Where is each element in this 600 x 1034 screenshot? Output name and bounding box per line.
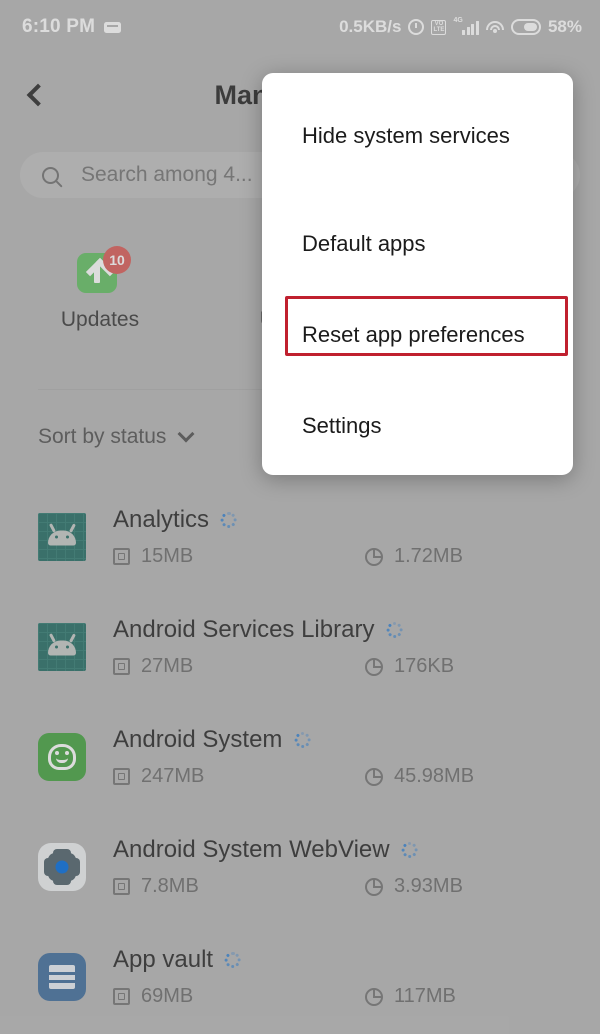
overflow-menu: Hide system services Default apps Reset … [262,73,573,475]
app-meta: 15MB 1.72MB [113,545,600,568]
status-clock: 6:10 PM [22,16,96,37]
battery-percent-label: 58% [547,17,582,36]
app-name-line: Android System WebView [113,836,600,864]
app-name-line: Android Services Library [113,616,600,644]
storage-cell: 3.93MB [365,875,600,898]
loading-spinner-icon [225,952,242,968]
app-name: Android Services Library [113,616,375,643]
back-button[interactable] [0,60,70,130]
android-tile-icon [38,623,86,671]
chevron-down-icon [177,425,195,443]
volte-icon: VO LTE [431,19,447,35]
app-name-line: App vault [113,946,600,974]
pie-chart-icon [365,547,383,566]
updates-icon-wrap: 10 [77,246,131,296]
app-name: Android System WebView [113,836,390,863]
app-name: App vault [113,946,214,973]
app-meta: 7.8MB 3.93MB [113,875,600,898]
updates-badge: 10 [103,246,131,274]
status-bar-left: 6:10 PM [22,16,122,38]
green-robot-icon [38,733,86,781]
memory-chip-icon [113,658,130,675]
app-name-line: Analytics [113,506,600,534]
storage-cell: 1.72MB [365,545,600,568]
app-name-line: Android System [113,726,600,754]
cellular-signal-icon: 4G [453,16,479,35]
ram-cell: 69MB [113,985,365,1008]
network-speed-label: 0.5KB/s [339,17,402,36]
ram-cell: 15MB [113,545,365,568]
android-tile-icon [38,513,86,561]
loading-spinner-icon [294,732,311,748]
app-info: Android System 247MB 45.98MB [113,726,600,788]
app-meta: 27MB 176KB [113,655,600,678]
app-name: Analytics [113,506,210,533]
storage-value: 1.72MB [394,545,463,567]
app-info: Analytics 15MB 1.72MB [113,506,600,568]
volte-bottom-label: LTE [433,27,445,33]
pie-chart-icon [365,657,383,676]
search-placeholder: Search among 4... [81,163,253,186]
storage-value: 176KB [394,655,455,677]
status-bar: 6:10 PM 0.5KB/s VO LTE 4G 58% [0,0,600,54]
ram-cell: 27MB [113,655,365,678]
ram-cell: 7.8MB [113,875,365,898]
message-icon [104,21,122,33]
app-info: App vault 69MB 117MB [113,946,600,1008]
menu-item-default-apps[interactable]: Default apps [262,198,573,289]
back-chevron-icon [26,83,49,107]
storage-value: 3.93MB [394,875,463,897]
list-item[interactable]: Android System 247MB 45.98MB [0,702,600,812]
app-info: Android Services Library 27MB 176KB [113,616,600,678]
list-item[interactable]: Android Services Library 27MB 176KB [0,592,600,702]
app-info: Android System WebView 7.8MB 3.93MB [113,836,600,898]
app-vault-icon [38,953,86,1001]
loading-spinner-icon [386,622,403,638]
battery-icon [510,19,541,35]
ram-value: 7.8MB [141,875,199,897]
memory-chip-icon [113,768,130,785]
list-item[interactable]: Analytics 15MB 1.72MB [0,482,600,592]
loading-spinner-icon [221,512,238,528]
alarm-icon [408,19,425,35]
memory-chip-icon [113,878,130,895]
annotation-highlight-box [285,296,568,356]
menu-item-hide-system-services[interactable]: Hide system services [262,73,573,198]
storage-cell: 176KB [365,655,600,678]
network-generation-label: 4G [453,16,463,24]
ram-value: 27MB [141,655,194,677]
app-list: Analytics 15MB 1.72MB Android Services L… [0,482,600,1032]
ram-value: 69MB [141,985,194,1007]
app-meta: 247MB 45.98MB [113,765,600,788]
menu-item-settings[interactable]: Settings [262,380,573,471]
ram-value: 247MB [141,765,205,787]
ram-cell: 247MB [113,765,365,788]
memory-chip-icon [113,988,130,1005]
ram-value: 15MB [141,545,194,567]
storage-cell: 117MB [365,985,600,1008]
list-item[interactable]: App vault 69MB 117MB [0,922,600,1032]
app-meta: 69MB 117MB [113,985,600,1008]
search-icon [42,166,59,184]
app-name: Android System [113,726,283,753]
list-item[interactable]: Android System WebView 7.8MB 3.93MB [0,812,600,922]
loading-spinner-icon [401,842,418,858]
storage-value: 45.98MB [394,765,475,787]
sort-label: Sort by status [38,425,167,448]
quick-action-updates-label: Updates [60,308,140,331]
status-bar-right: 0.5KB/s VO LTE 4G 58% [339,17,582,37]
pie-chart-icon [365,767,383,786]
storage-value: 117MB [394,985,456,1007]
pie-chart-icon [365,987,383,1006]
quick-action-updates[interactable]: 10 Updates [0,246,200,332]
webview-gear-icon [38,843,86,891]
sort-selector[interactable]: Sort by status [38,425,195,449]
wifi-icon [485,20,504,34]
storage-cell: 45.98MB [365,765,600,788]
pie-chart-icon [365,877,383,896]
memory-chip-icon [113,548,130,565]
